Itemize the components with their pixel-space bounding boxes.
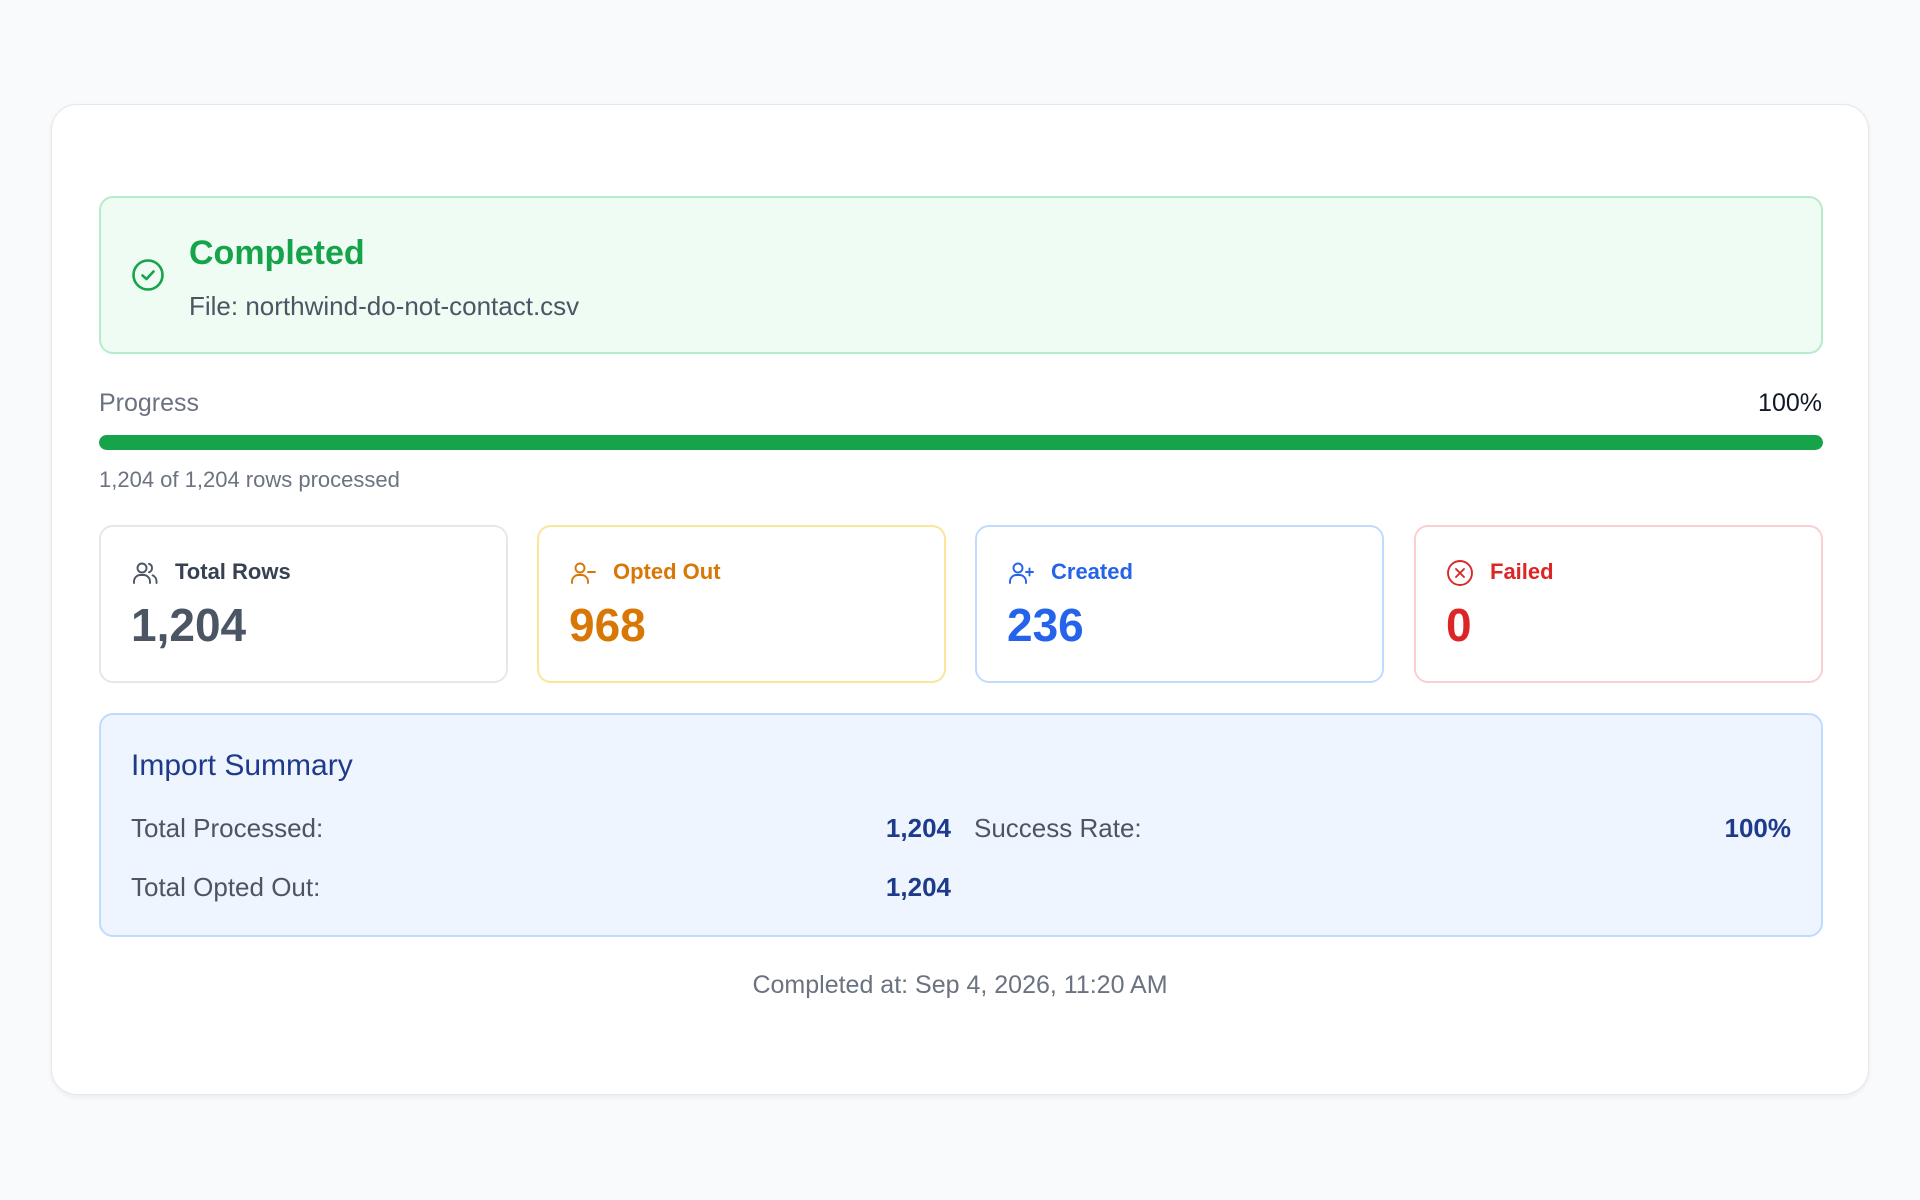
stat-value-created: 236 [1007,599,1084,651]
stat-value-total-rows: 1,204 [131,599,247,651]
summary-title: Import Summary [131,749,353,782]
stat-card-total-rows: Total Rows 1,204 [99,525,508,683]
success-rate-label: Success Rate: [974,813,1142,843]
stat-label-created: Created [1051,559,1133,584]
user-plus-icon [1009,562,1034,584]
total-opted-out-value: 1,204 [885,872,951,902]
stat-label-opted-out: Opted Out [613,559,721,584]
progress-percent: 100% [1758,389,1822,417]
stat-card-opted-out: Opted Out 968 [537,525,946,683]
x-circle-icon [1447,560,1473,586]
stat-card-failed: Failed 0 [1414,525,1823,683]
user-minus-icon [571,562,596,584]
progress-rows-note: 1,204 of 1,204 rows processed [99,467,400,492]
import-result-card: Completed File: northwind-do-not-contact… [51,104,1869,1095]
stat-value-opted-out: 968 [569,599,646,651]
check-circle-icon [132,259,164,291]
total-processed-label: Total Processed: [131,813,324,843]
stat-card-created: Created 236 [975,525,1384,683]
progress-bar [99,435,1823,450]
total-opted-out-label: Total Opted Out: [131,872,321,902]
stat-value-failed: 0 [1446,599,1472,651]
stat-label-failed: Failed [1490,559,1554,584]
completed-status-banner: Completed File: northwind-do-not-contact… [99,196,1823,354]
success-rate-value: 100% [1724,813,1792,843]
import-summary-panel: Import Summary Total Processed: 1,204 Su… [99,713,1823,937]
progress-bar-fill [99,435,1823,450]
progress-label: Progress [99,389,200,417]
stat-label-total-rows: Total Rows [175,559,291,584]
completed-at-timestamp: Completed at: Sep 4, 2026, 11:20 AM [752,971,1168,999]
total-processed-value: 1,204 [885,813,951,843]
status-file-name: File: northwind-do-not-contact.csv [189,291,580,321]
status-title: Completed [189,234,365,272]
users-icon [133,562,158,584]
